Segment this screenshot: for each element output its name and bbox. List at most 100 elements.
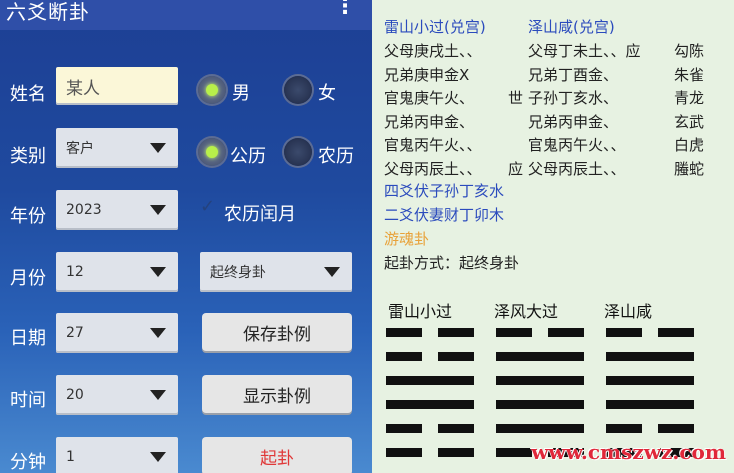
month-label: 月份 [10, 268, 46, 289]
line-left: 官鬼庚午火、 [384, 89, 475, 107]
yin-line [606, 328, 694, 337]
start-divination-button[interactable]: 起卦 [202, 437, 352, 473]
changed-gua-title: 泽山咸(兑宫) [528, 18, 615, 36]
method-text: 起卦方式：起终身卦 [384, 254, 520, 272]
chart-title-1: 雷山小过 [388, 302, 453, 321]
method-select[interactable]: 起终身卦 [200, 252, 352, 292]
lunar-radio[interactable] [284, 138, 312, 166]
line-left: 兄弟丙申金、 [384, 112, 475, 131]
day-select[interactable]: 27 [56, 313, 178, 353]
line-right: 父母丁未土、、应 [528, 42, 641, 60]
chevron-down-icon [150, 328, 166, 338]
line-right: 官鬼丙午火、、 [528, 136, 626, 154]
yin-segment [438, 352, 474, 361]
line-right: 兄弟丙申金、 [528, 112, 619, 131]
hour-value: 20 [66, 387, 84, 403]
main-gua-title: 雷山小过(兑宫) [384, 18, 486, 36]
yin-segment [386, 328, 422, 337]
line-right: 父母丙辰土、、 [528, 159, 626, 178]
yang-line [496, 400, 584, 409]
yin-segment [606, 424, 642, 433]
yin-line [386, 328, 474, 337]
yin-segment [438, 448, 474, 457]
app-title: 六爻断卦 [6, 0, 90, 24]
year-select[interactable]: 2023 [56, 190, 178, 230]
yang-line [606, 376, 694, 385]
line-god: 玄武 [674, 112, 705, 131]
minute-select[interactable]: 1 [56, 437, 178, 473]
category-select[interactable]: 客户 [56, 128, 178, 168]
yin-line [386, 448, 474, 457]
year-value: 2023 [66, 202, 102, 218]
yang-line [606, 352, 694, 361]
chevron-down-icon [150, 205, 166, 215]
yin-segment [658, 424, 694, 433]
female-radio[interactable] [284, 76, 312, 104]
line-left: 官鬼丙午火、、 [384, 136, 482, 154]
leap-month-label: 农历闰月 [224, 204, 296, 225]
hour-select[interactable]: 20 [56, 375, 178, 415]
category-label: 类别 [10, 146, 46, 167]
yang-line [386, 376, 474, 385]
yin-segment [386, 448, 422, 457]
hour-label: 时间 [10, 390, 46, 411]
chart-title-2: 泽风大过 [494, 302, 559, 321]
save-example-button[interactable]: 保存卦例 [202, 313, 352, 351]
fu-shen-line-2: 二爻伏妻财丁卯木 [384, 206, 505, 224]
month-value: 12 [66, 264, 84, 280]
line-god: 螣蛇 [674, 159, 705, 178]
chevron-down-icon [150, 390, 166, 400]
yang-line [606, 400, 694, 409]
chevron-down-icon [150, 267, 166, 277]
yin-line [386, 352, 474, 361]
result-panel: 雷山小过(兑宫) 泽山咸(兑宫) 父母庚戌土、、 父母丁未土、、应 勾陈 兄弟庚申金X… [372, 0, 734, 473]
yang-segment [606, 352, 694, 361]
line-god: 朱雀 [674, 65, 705, 84]
lunar-label: 农历 [318, 146, 354, 167]
yin-segment [496, 328, 532, 337]
more-menu-icon[interactable]: ⋮ [334, 0, 356, 19]
leap-month-checkbox[interactable]: ✓ [200, 196, 215, 217]
line-right: 兄弟丁酉金、 [528, 65, 619, 84]
solar-radio[interactable] [198, 138, 226, 166]
yang-line [496, 352, 584, 361]
app-bar: 六爻断卦 ⋮ [0, 0, 372, 30]
name-input[interactable]: 某人 [56, 67, 178, 105]
chevron-down-icon [324, 267, 340, 277]
male-radio[interactable] [198, 76, 226, 104]
line-right: 子孙丁亥水、 [528, 89, 619, 107]
yin-segment [386, 352, 422, 361]
yang-line [386, 400, 474, 409]
minute-value: 1 [66, 449, 75, 465]
input-panel: 六爻断卦 ⋮ 姓名 某人 男 女 类别 客户 公历 农历 年份 2023 ✓ 农… [0, 0, 372, 473]
chart-title-3: 泽山咸 [604, 302, 653, 321]
yang-segment [386, 400, 474, 409]
yang-segment [496, 376, 584, 385]
line-left: 父母丙辰土、、 [384, 159, 482, 178]
category-value: 客户 [66, 141, 94, 157]
yin-segment [496, 448, 532, 457]
method-value: 起终身卦 [210, 265, 266, 281]
yang-segment [606, 376, 694, 385]
line-left: 父母庚戌土、、 [384, 42, 482, 60]
yin-segment [386, 424, 422, 433]
month-select[interactable]: 12 [56, 252, 178, 292]
yin-segment [606, 328, 642, 337]
you-hun-badge: 游魂卦 [384, 230, 430, 248]
day-value: 27 [66, 325, 84, 341]
line-god: 勾陈 [674, 42, 705, 60]
yin-segment [438, 328, 474, 337]
male-label: 男 [232, 83, 250, 104]
yin-line [496, 328, 584, 337]
yang-line [496, 424, 584, 433]
female-label: 女 [318, 83, 336, 104]
name-value: 某人 [66, 78, 100, 99]
fu-shen-line-1: 四爻伏子孙丁亥水 [384, 182, 505, 200]
yang-segment [606, 400, 694, 409]
minute-label: 分钟 [10, 452, 46, 473]
yin-line [606, 424, 694, 433]
show-example-button[interactable]: 显示卦例 [202, 375, 352, 413]
yang-segment [496, 424, 584, 433]
chevron-down-icon [150, 143, 166, 153]
site-watermark: www.cmszwz.com [531, 440, 726, 464]
